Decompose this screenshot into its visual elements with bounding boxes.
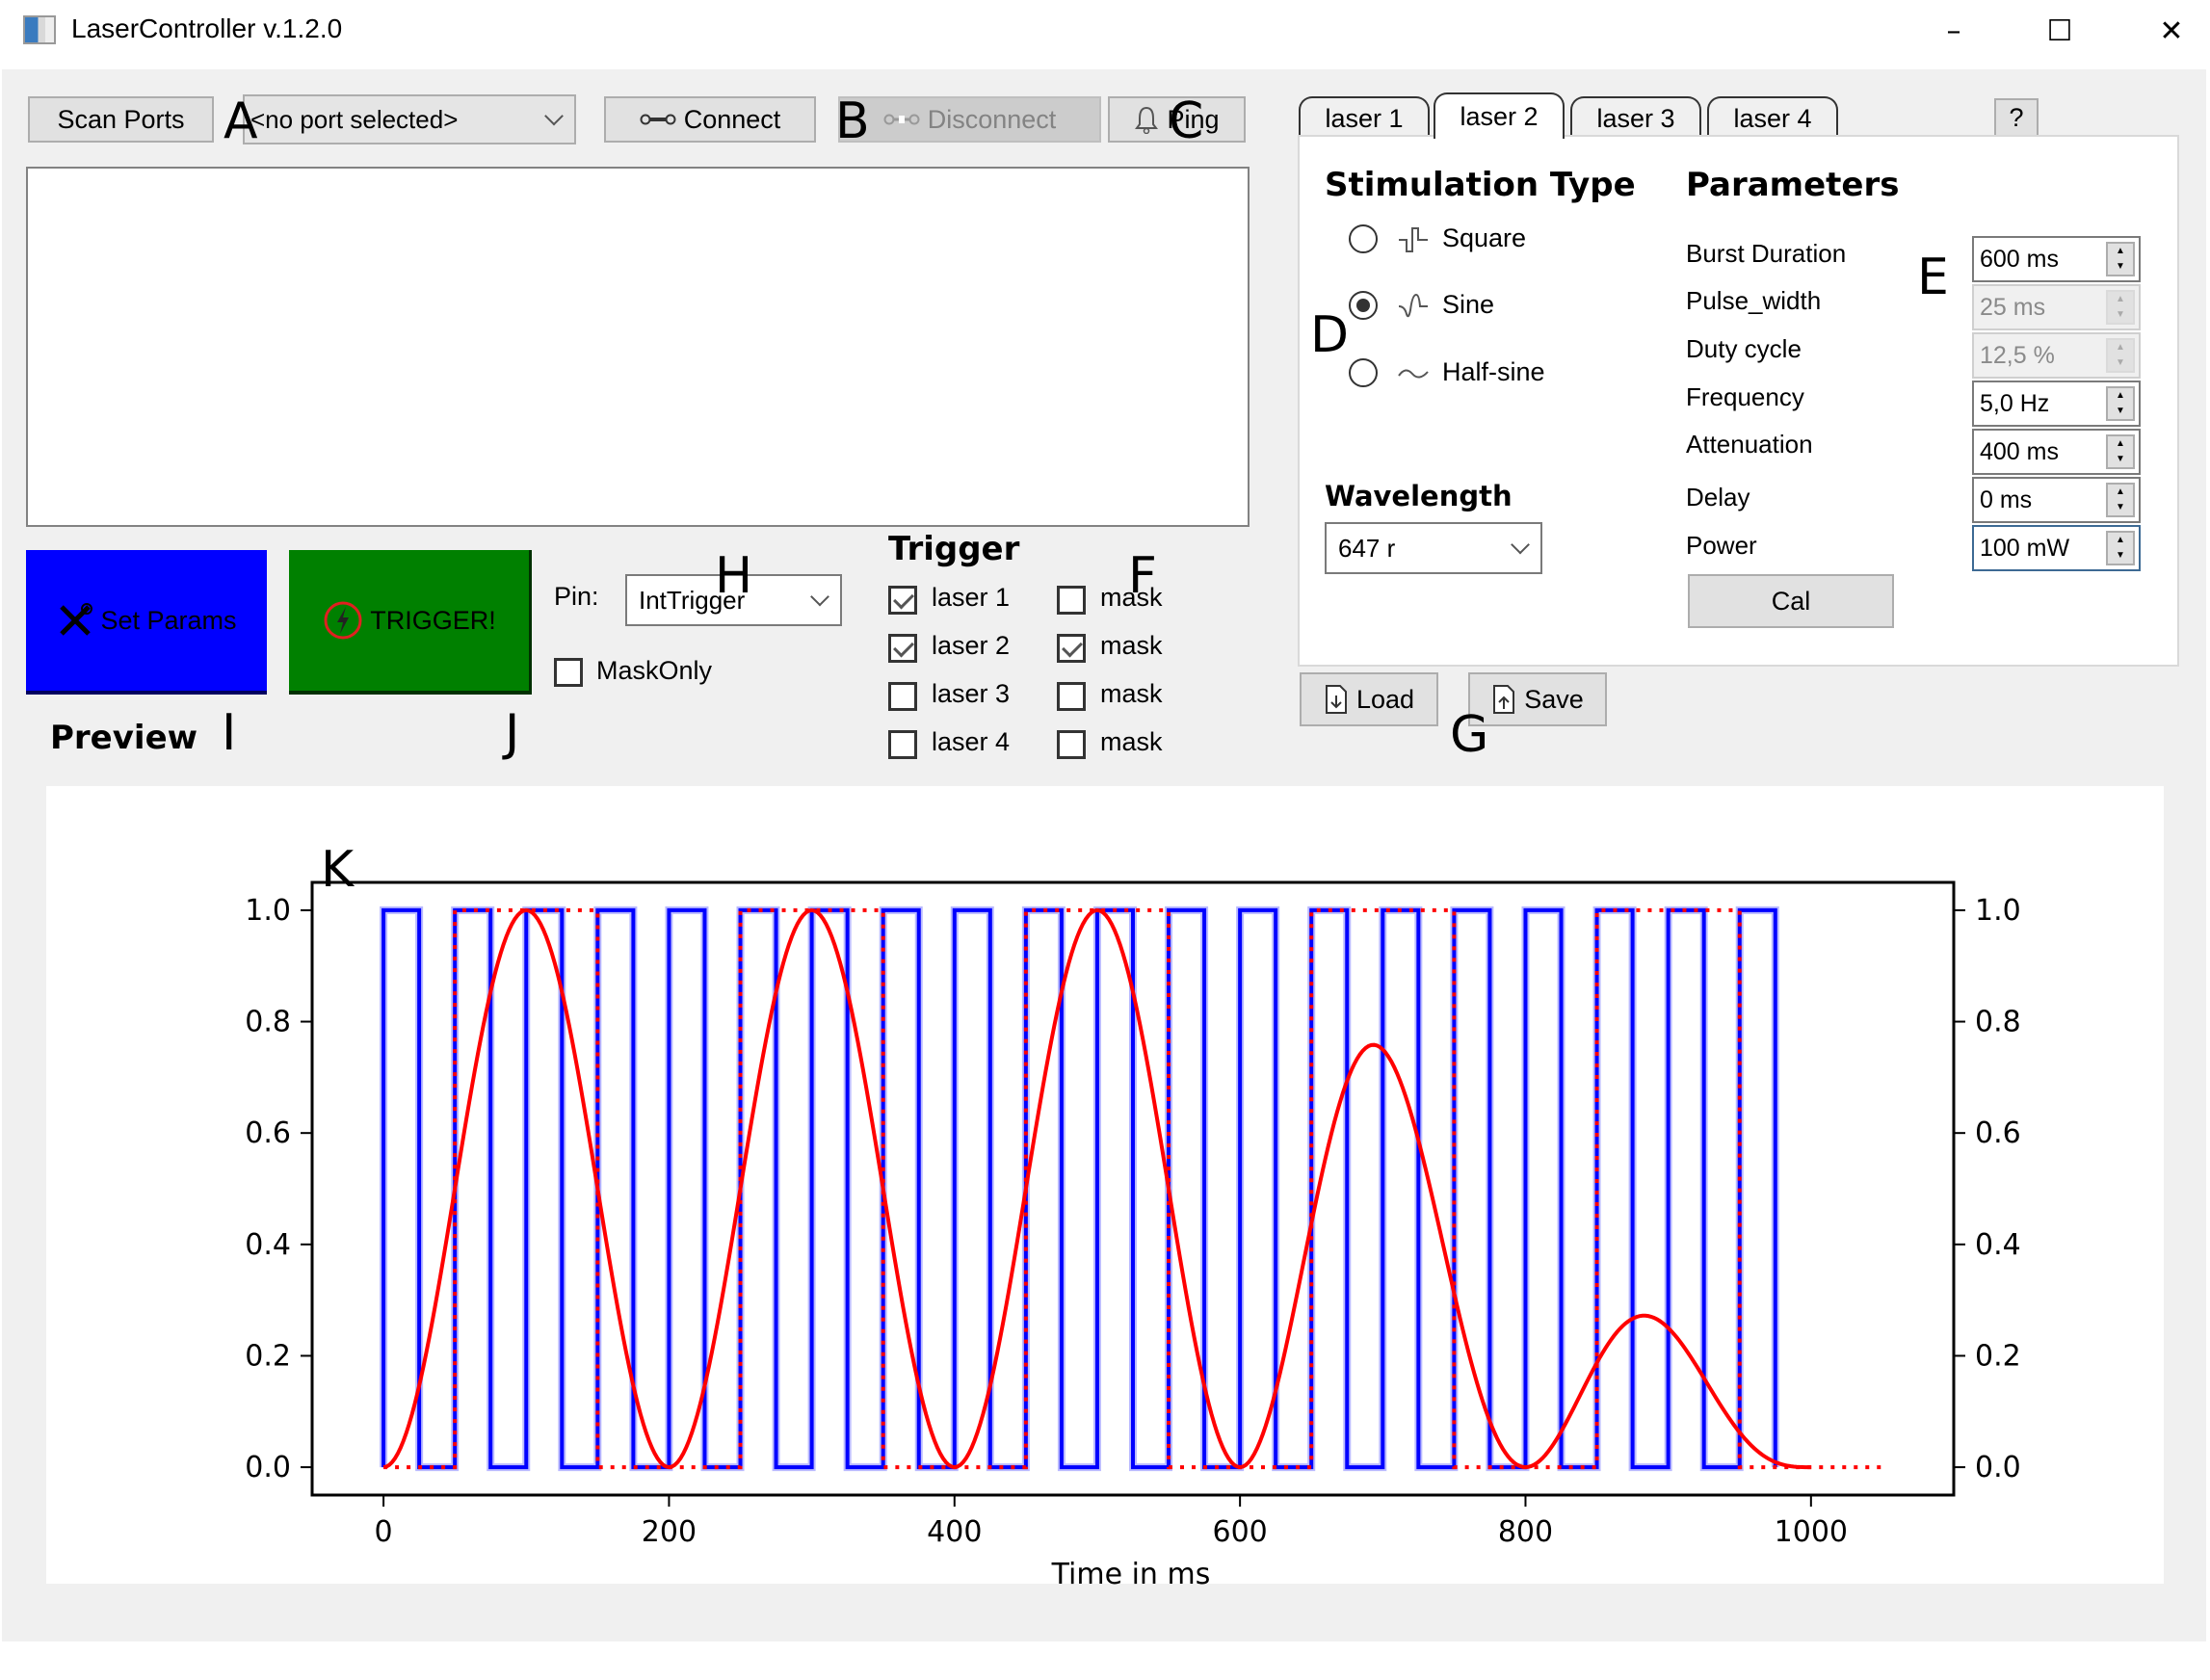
y-tick-label-right: 0.6 [1975,1116,2021,1150]
preview-chart: 0 200 400 600 800 1000 0.0 0.0 0.2 0.2 0.4 0.4 0.6 0.… [245,880,2021,1591]
annotation-j: J [505,704,520,762]
y-tick-label-left: 1.0 [245,894,291,928]
annotation-b: B [835,92,870,150]
y-tick-label-right: 0.8 [1975,1006,2021,1039]
y-tick-label-left: 0.8 [245,1006,291,1039]
x-tick-label: 0 [375,1515,393,1549]
annotation-g: G [1450,706,1489,764]
annotation-e: E [1917,249,1949,306]
y-tick-label-left: 0.2 [245,1339,291,1373]
x-tick-label: 200 [642,1515,697,1549]
x-tick-label: 1000 [1775,1515,1848,1549]
annotation-f: F [1128,547,1157,605]
y-tick-label-left: 0.6 [245,1116,291,1150]
series-laser1-pulses-shadow [380,906,1779,1472]
x-tick-label: 600 [1212,1515,1267,1549]
x-tick-label: 800 [1498,1515,1553,1549]
annotation-d: D [1310,306,1350,364]
y-tick-label-left: 0.0 [245,1451,291,1484]
annotation-h: H [715,547,753,605]
annotation-a: A [224,92,258,150]
y-tick-label-right: 0.0 [1975,1451,2021,1484]
y-tick-label-right: 1.0 [1975,894,2021,928]
series-laser1-pulses [381,907,1777,1470]
annotation-k: K [321,841,355,899]
annotation-c: C [1169,92,1204,150]
annotation-i: I [222,704,237,762]
y-tick-label-right: 0.2 [1975,1339,2021,1373]
y-tick-label-left: 0.4 [245,1228,291,1262]
tab-laser-2[interactable]: laser 2 [1434,92,1565,139]
y-tick-label-right: 0.4 [1975,1228,2021,1262]
tab-label: laser 2 [1460,101,1539,131]
x-tick-label: 400 [927,1515,982,1549]
x-axis-label: Time in ms [1051,1558,1211,1591]
